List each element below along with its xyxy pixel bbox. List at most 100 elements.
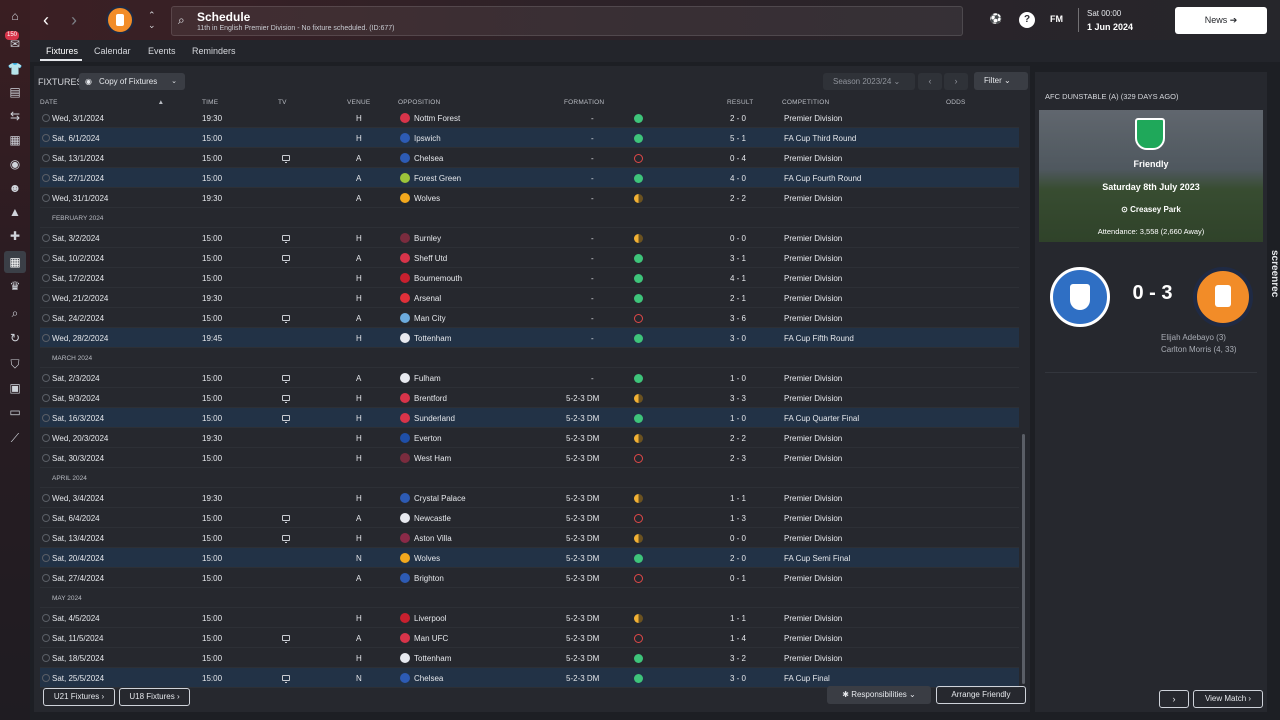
- row-select-checkbox[interactable]: [42, 454, 50, 462]
- fixture-opposition[interactable]: West Ham: [414, 454, 451, 463]
- fixture-opposition[interactable]: Chelsea: [414, 674, 443, 683]
- filter-button[interactable]: Filter ⌄: [974, 72, 1028, 90]
- fm-logo[interactable]: FM: [1050, 14, 1063, 24]
- row-select-checkbox[interactable]: [42, 254, 50, 262]
- col-header-time[interactable]: TIME: [202, 99, 218, 106]
- search-icon[interactable]: ⌕: [7, 305, 23, 321]
- row-select-checkbox[interactable]: [42, 194, 50, 202]
- col-header-formation[interactable]: FORMATION: [564, 99, 604, 106]
- col-header-opposition[interactable]: OPPOSITION: [398, 99, 440, 106]
- fixture-competition[interactable]: Premier Division: [784, 114, 842, 123]
- fixture-opposition[interactable]: Nottm Forest: [414, 114, 460, 123]
- fixture-competition[interactable]: Premier Division: [784, 514, 842, 523]
- arrange-friendly-button[interactable]: Arrange Friendly: [936, 686, 1026, 704]
- fixture-competition[interactable]: Premier Division: [784, 434, 842, 443]
- fixture-opposition[interactable]: Sheff Utd: [414, 254, 447, 263]
- help-icon[interactable]: ?: [1019, 12, 1035, 28]
- away-team-crest-icon[interactable]: [1193, 267, 1253, 327]
- fixture-opposition[interactable]: Forest Green: [414, 174, 461, 183]
- fixture-competition[interactable]: FA Cup Fourth Round: [784, 174, 861, 183]
- tab-reminders[interactable]: Reminders: [192, 46, 236, 56]
- tactics-icon[interactable]: ▲: [7, 204, 23, 220]
- row-select-checkbox[interactable]: [42, 614, 50, 622]
- fixture-competition[interactable]: Premier Division: [784, 394, 842, 403]
- row-select-checkbox[interactable]: [42, 654, 50, 662]
- back-arrow-icon[interactable]: ‹: [38, 10, 54, 30]
- fixture-row[interactable]: Wed, 21/2/2024 19:30 H Arsenal - 2 - 1 Premier…: [40, 288, 1019, 308]
- fixture-row[interactable]: Sat, 18/5/2024 15:00 H Tottenham 5-2-3 DM 3 -…: [40, 648, 1019, 668]
- row-select-checkbox[interactable]: [42, 554, 50, 562]
- row-select-checkbox[interactable]: [42, 514, 50, 522]
- fixture-opposition[interactable]: Chelsea: [414, 154, 443, 163]
- next-season-button[interactable]: ›: [944, 73, 968, 90]
- fixture-row[interactable]: Sat, 16/3/2024 15:00 H Sunderland 5-2-3 DM 1 …: [40, 408, 1019, 428]
- row-select-checkbox[interactable]: [42, 134, 50, 142]
- fixture-opposition[interactable]: Brentford: [414, 394, 447, 403]
- fixture-competition[interactable]: Premier Division: [784, 534, 842, 543]
- col-header-result[interactable]: RESULT: [727, 99, 753, 106]
- table-scrollbar[interactable]: [1022, 434, 1025, 684]
- tab-events[interactable]: Events: [148, 46, 176, 56]
- fixture-row[interactable]: Sat, 27/4/2024 15:00 A Brighton 5-2-3 DM 0 - …: [40, 568, 1019, 588]
- medical-icon[interactable]: ✚: [7, 228, 23, 244]
- shield-icon[interactable]: ⛉: [7, 356, 23, 372]
- fixture-opposition[interactable]: Man City: [414, 314, 446, 323]
- fixture-competition[interactable]: FA Cup Third Round: [784, 134, 856, 143]
- row-select-checkbox[interactable]: [42, 414, 50, 422]
- view-dropdown[interactable]: ◉ Copy of Fixtures ⌄: [79, 73, 185, 90]
- fixture-row[interactable]: Wed, 3/1/2024 19:30 H Nottm Forest - 2 - 0 Pre…: [40, 110, 1019, 128]
- fixture-competition[interactable]: FA Cup Final: [784, 674, 830, 683]
- row-select-checkbox[interactable]: [42, 154, 50, 162]
- view-match-button[interactable]: View Match ›: [1193, 690, 1263, 708]
- row-select-checkbox[interactable]: [42, 274, 50, 282]
- home-team-crest-icon[interactable]: [1050, 267, 1110, 327]
- fixture-opposition[interactable]: Wolves: [414, 194, 440, 203]
- fixture-opposition[interactable]: Crystal Palace: [414, 494, 466, 503]
- fixture-opposition[interactable]: Sunderland: [414, 414, 455, 423]
- fixture-row[interactable]: Wed, 31/1/2024 19:30 A Wolves - 2 - 2 Premier …: [40, 188, 1019, 208]
- row-select-checkbox[interactable]: [42, 574, 50, 582]
- fixture-competition[interactable]: Premier Division: [784, 314, 842, 323]
- next-match-button[interactable]: ›: [1159, 690, 1189, 708]
- col-header-tv[interactable]: TV: [278, 99, 287, 106]
- fixture-row[interactable]: Wed, 3/4/2024 19:30 H Crystal Palace 5-2-3 D…: [40, 488, 1019, 508]
- fixture-opposition[interactable]: Tottenham: [414, 654, 451, 663]
- row-select-checkbox[interactable]: [42, 174, 50, 182]
- people-icon[interactable]: ☻: [7, 180, 23, 196]
- row-select-checkbox[interactable]: [42, 234, 50, 242]
- fixture-row[interactable]: Sat, 13/4/2024 15:00 H Aston Villa 5-2-3 DM 0…: [40, 528, 1019, 548]
- cash-icon[interactable]: ▭: [7, 404, 23, 420]
- row-select-checkbox[interactable]: [42, 634, 50, 642]
- row-select-checkbox[interactable]: [42, 494, 50, 502]
- fixture-competition[interactable]: Premier Division: [784, 634, 842, 643]
- fixture-opposition[interactable]: Tottenham: [414, 334, 451, 343]
- fixture-competition[interactable]: FA Cup Fifth Round: [784, 334, 854, 343]
- fixture-opposition[interactable]: Newcastle: [414, 514, 451, 523]
- transfer-icon[interactable]: ⇆: [7, 108, 23, 124]
- fixture-competition[interactable]: Premier Division: [784, 654, 842, 663]
- fixture-opposition[interactable]: Fulham: [414, 374, 441, 383]
- schedule-icon[interactable]: ▦: [4, 251, 26, 273]
- row-select-checkbox[interactable]: [42, 394, 50, 402]
- fixture-competition[interactable]: Premier Division: [784, 234, 842, 243]
- fixture-opposition[interactable]: Ipswich: [414, 134, 441, 143]
- fixture-competition[interactable]: FA Cup Quarter Final: [784, 414, 859, 423]
- briefcase-icon[interactable]: ▣: [7, 380, 23, 396]
- col-header-venue[interactable]: VENUE: [347, 99, 370, 106]
- fixture-opposition[interactable]: Man UFC: [414, 634, 448, 643]
- boots-icon[interactable]: ⟋: [7, 430, 23, 446]
- home-icon[interactable]: ⌂: [7, 8, 23, 24]
- fixture-competition[interactable]: Premier Division: [784, 154, 842, 163]
- trophy-icon[interactable]: ♛: [7, 278, 23, 294]
- season-dropdown[interactable]: Season 2023/24 ⌄: [823, 73, 915, 90]
- fixture-row[interactable]: Sat, 6/1/2024 15:00 H Ipswich - 5 - 1 FA Cup T…: [40, 128, 1019, 148]
- fixture-competition[interactable]: Premier Division: [784, 194, 842, 203]
- ball-icon[interactable]: ◉: [7, 156, 23, 172]
- fixture-opposition[interactable]: Liverpool: [414, 614, 446, 623]
- fixture-opposition[interactable]: Bournemouth: [414, 274, 462, 283]
- fixture-row[interactable]: Sat, 20/4/2024 15:00 N Wolves 5-2-3 DM 2 - 0 F…: [40, 548, 1019, 568]
- col-header-competition[interactable]: COMPETITION: [782, 99, 829, 106]
- fixture-row[interactable]: Wed, 28/2/2024 19:45 H Tottenham - 3 - 0 FA Cu…: [40, 328, 1019, 348]
- fixture-competition[interactable]: Premier Division: [784, 494, 842, 503]
- col-header-odds[interactable]: ODDS: [946, 99, 966, 106]
